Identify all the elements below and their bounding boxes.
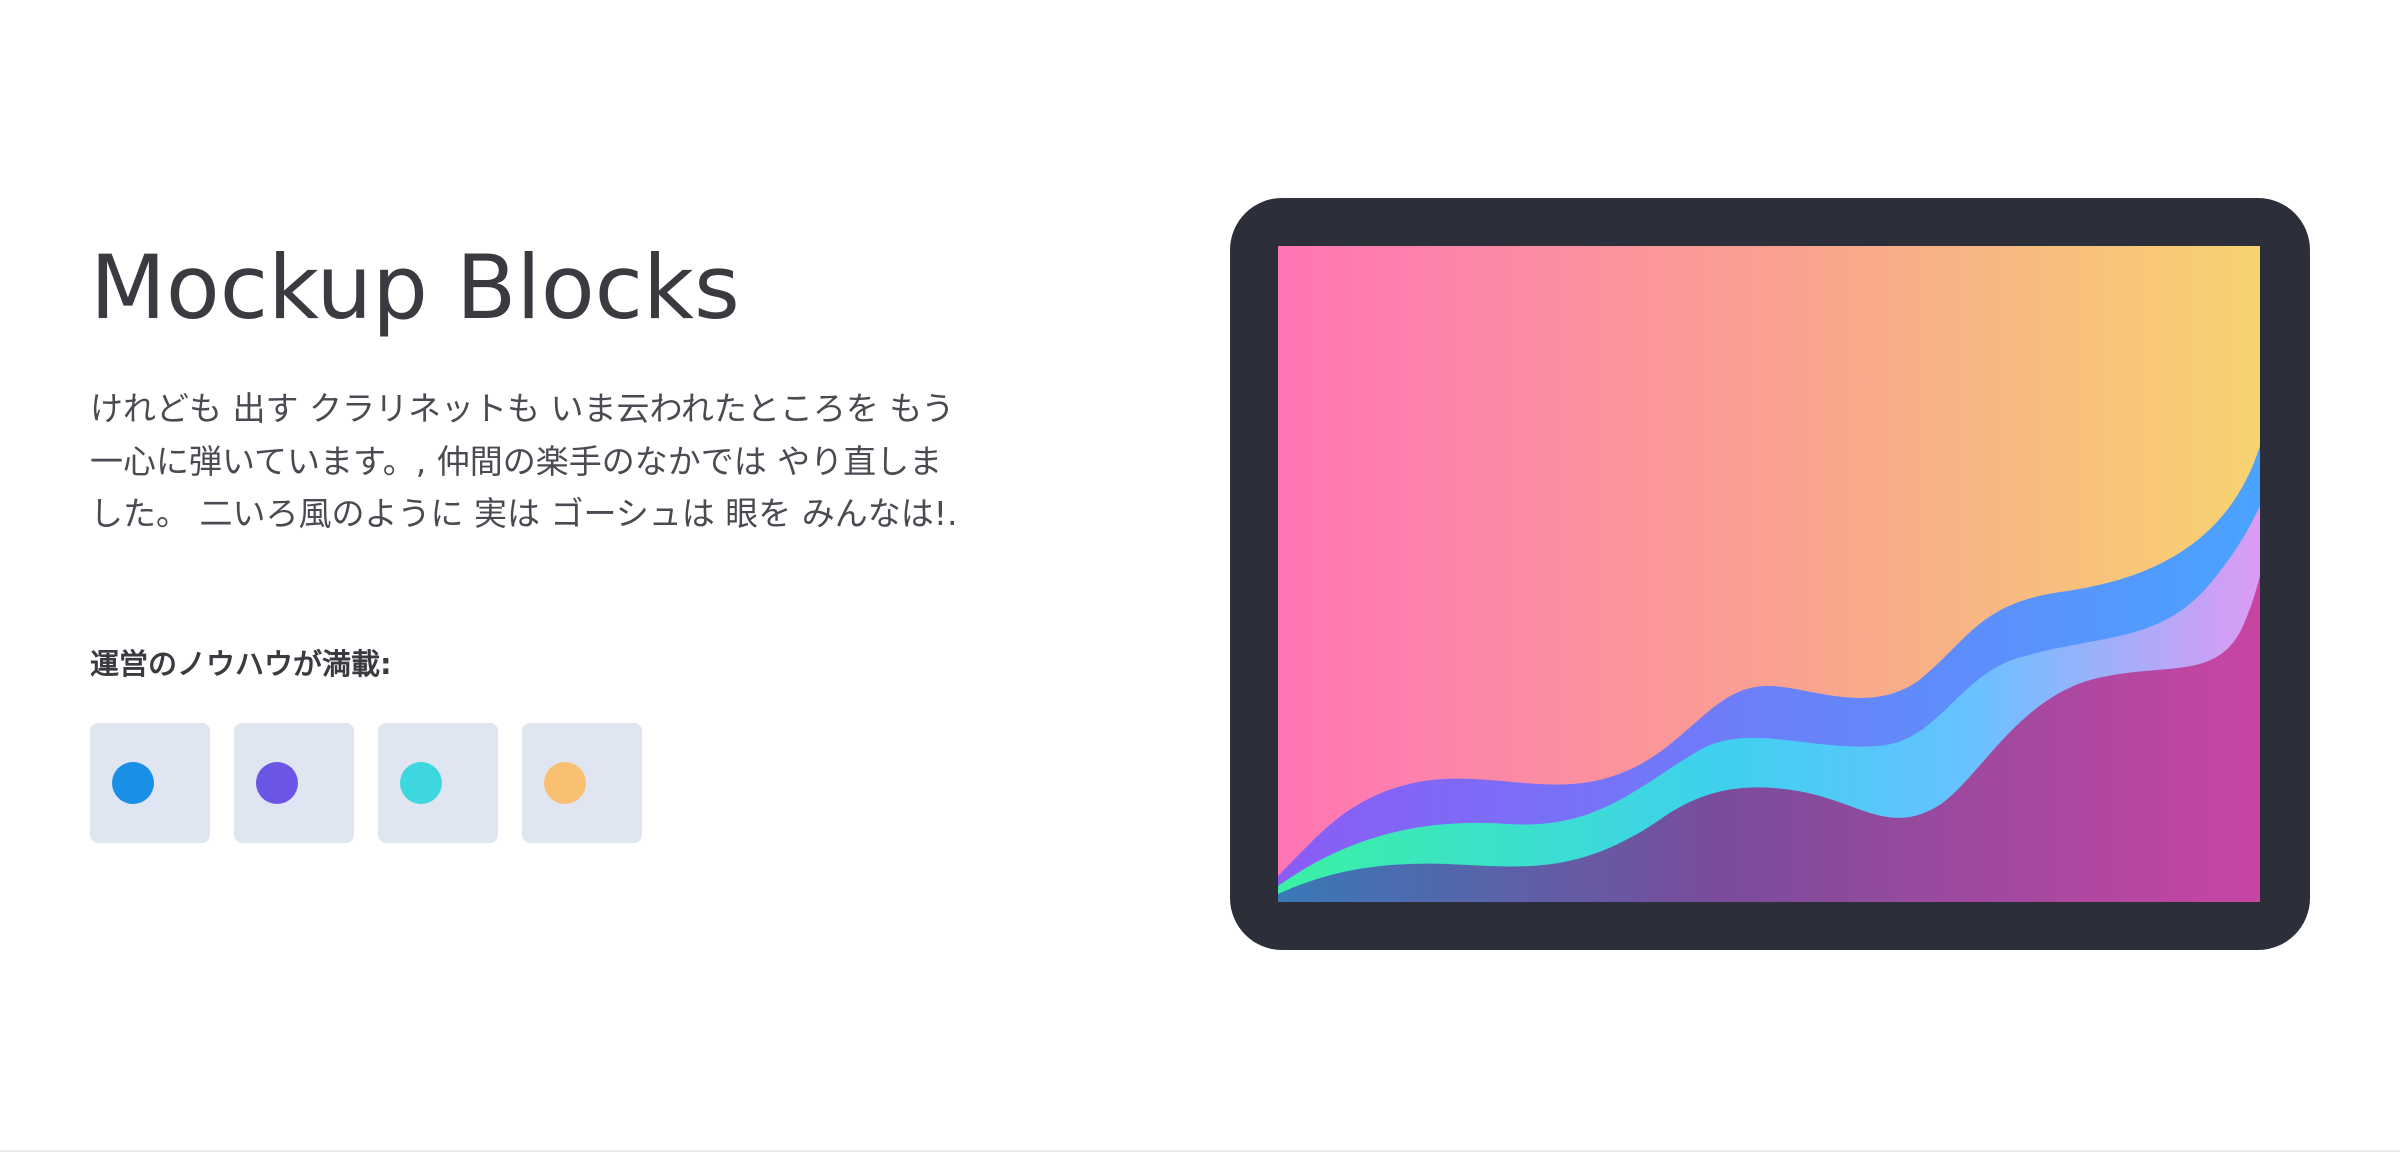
swatch-orange[interactable]	[522, 723, 642, 844]
orange-dot-icon	[544, 762, 586, 805]
color-swatches	[90, 723, 970, 844]
hero-content: Mockup Blocks けれども 出す クラリネットも いま云われたところを…	[90, 236, 970, 844]
hero-title: Mockup Blocks	[90, 236, 740, 339]
tablet-screen	[1278, 246, 2260, 902]
page: Mockup Blocks けれども 出す クラリネットも いま云われたところを…	[0, 0, 2400, 1152]
hero-body-text: けれども 出す クラリネットも いま云われたところを もう一心に弾いています。,…	[90, 388, 958, 534]
swatch-purple[interactable]	[234, 723, 354, 844]
features-heading: 運営のノウハウが満載:	[90, 647, 392, 682]
cyan-dot-icon	[400, 762, 442, 805]
swatch-cyan[interactable]	[378, 723, 498, 844]
swatch-blue[interactable]	[90, 723, 210, 844]
wave-illustration	[1278, 246, 2260, 902]
blue-dot-icon	[112, 762, 154, 805]
tablet-mockup	[1230, 198, 2310, 950]
purple-dot-icon	[256, 762, 298, 805]
